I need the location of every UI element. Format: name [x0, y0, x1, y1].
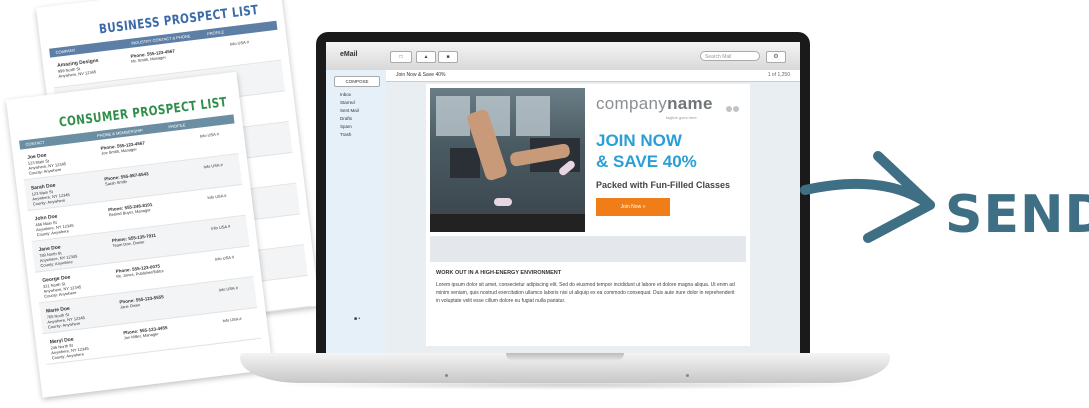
send-label: SEND [945, 185, 1089, 245]
join-now-button[interactable]: Join Now » [596, 198, 670, 216]
message-count: 1 of 1,250 [767, 72, 790, 78]
row-contact: Jane Owen [119, 302, 141, 310]
body-text: Lorem ipsum dolor sit amet, consectetur … [436, 282, 735, 304]
message-pane: Join Now & Save 40% 1 of 1,250 companyna… [386, 70, 800, 356]
sheet-address [49, 9, 109, 16]
laptop-indicator [445, 374, 448, 377]
row-profile: Info USA # [203, 162, 223, 170]
promo-subhead: Packed with Fun-Filled Classes [596, 180, 731, 190]
row-profile: Info USA # [222, 315, 242, 324]
runner-shoe [494, 198, 512, 206]
row-profile: Info USA # [229, 39, 250, 47]
archive-button[interactable]: □ [390, 51, 412, 63]
compose-button[interactable]: COMPOSE [334, 76, 380, 87]
row-profile: Info USA # [214, 254, 235, 262]
brand-bold: name [667, 94, 713, 113]
mail-toolbar: eMail □ ▲ ■ Search Mail ⚙ [326, 42, 800, 71]
laptop-indicator [686, 374, 689, 377]
row-profile: Info USA # [218, 285, 239, 293]
mail-logo: eMail [340, 51, 358, 58]
sheet-address [19, 101, 79, 108]
logo-dots-icon [726, 99, 740, 117]
row-profile: Info USA # [207, 192, 227, 201]
gym-window [436, 96, 470, 136]
search-input[interactable]: Search Mail [700, 51, 760, 61]
gym-window [516, 96, 550, 136]
row-profile: Info USA # [199, 131, 220, 139]
pager-dots[interactable]: ■ • [354, 316, 360, 322]
message-subject: Join Now & Save 40% [396, 72, 446, 78]
more-button[interactable]: ■ [438, 51, 458, 63]
send-arrow-icon [800, 151, 935, 243]
row-profile: Info USA # [210, 223, 231, 231]
consumer-prospect-sheet: CONSUMER PROSPECT LIST CONTACT PHONE & M… [6, 71, 273, 398]
sidebar-item-starred[interactable]: Starred [340, 100, 355, 105]
laptop-screen: eMail □ ▲ ■ Search Mail ⚙ COMPOSE Inbox … [326, 42, 800, 356]
sidebar-item-drafts[interactable]: Drafts [340, 116, 352, 121]
email-body: companyname tagline goes here JOIN NOW &… [426, 84, 750, 346]
gym-machine [450, 148, 480, 178]
body-title: WORK OUT IN A HIGH-ENERGY ENVIRONMENT [436, 270, 562, 276]
sheet-contact-info [181, 83, 226, 88]
mail-sidebar: COMPOSE Inbox Starred Sent Mail Drafts S… [326, 70, 387, 356]
sidebar-item-trash[interactable]: Trash [340, 132, 351, 137]
sidebar-item-sent[interactable]: Sent Mail [340, 108, 359, 113]
sidebar-item-spam[interactable]: Spam [340, 124, 352, 129]
treadmill [430, 214, 585, 232]
table-body: Joe Doe 123 Main St Anywhere, NY 12345 Coun… [20, 123, 261, 366]
headline-line-2: & SAVE 40% [596, 152, 697, 171]
company-tagline: tagline goes here [666, 115, 697, 120]
gear-icon[interactable]: ⚙ [766, 51, 786, 63]
sidebar-item-inbox[interactable]: Inbox [340, 92, 351, 97]
laptop-notch [506, 353, 624, 361]
subject-bar: Join Now & Save 40% 1 of 1,250 [386, 70, 800, 82]
company-logo: companyname [596, 94, 713, 114]
headline-line-1: JOIN NOW [596, 131, 682, 150]
hero-image [430, 88, 585, 232]
section-divider [430, 236, 746, 262]
promo-headline: JOIN NOW & SAVE 40% [596, 130, 697, 172]
brand-regular: company [596, 94, 668, 113]
delete-button[interactable]: ▲ [416, 51, 436, 63]
